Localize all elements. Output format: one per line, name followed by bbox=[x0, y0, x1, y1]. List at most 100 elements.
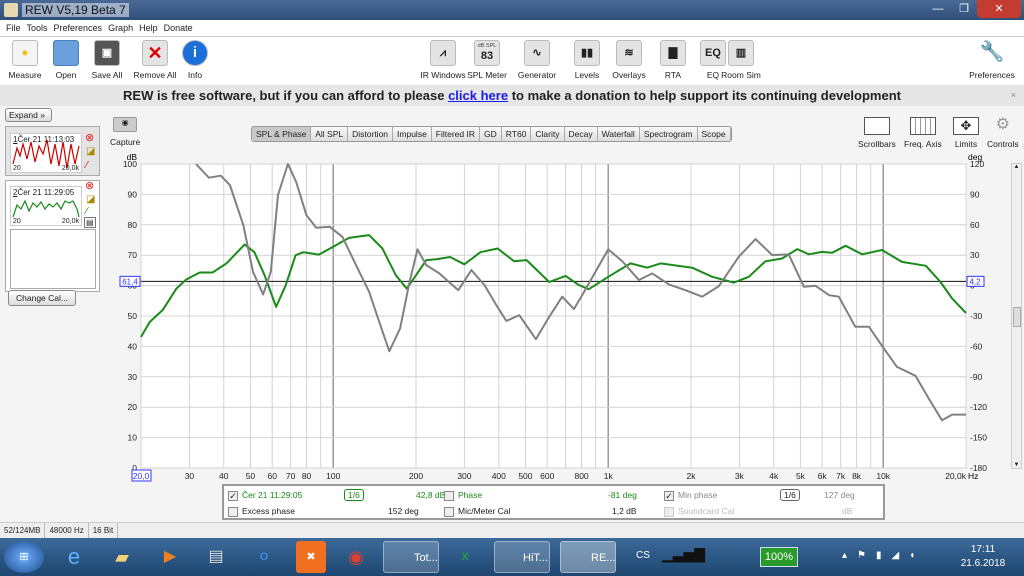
scrollbars-button[interactable]: Scrollbars bbox=[858, 117, 896, 149]
trace-legend: ✓ Čer 21 11:29:05 1/6 42,8 dB Phase -81 d… bbox=[222, 484, 885, 520]
info-button[interactable]: i Info bbox=[170, 40, 220, 80]
toolbar-spl-meter-button[interactable]: dB SPL 83 SPL Meter bbox=[462, 40, 512, 80]
toolbar-overlays-button[interactable]: ≋ Overlays bbox=[604, 40, 654, 80]
y-tick-label: 20 bbox=[128, 402, 138, 412]
camera-icon: ◉ bbox=[113, 117, 138, 132]
smoothing-selector[interactable]: 1/6 bbox=[344, 489, 364, 501]
excess-phase-toggle[interactable]: Excess phase bbox=[228, 506, 295, 517]
excel-icon[interactable]: X bbox=[447, 541, 483, 573]
taskbar-rew[interactable]: RE... bbox=[560, 541, 616, 573]
gear-icon: ⚙ bbox=[995, 116, 1010, 133]
double-chevron-icon: » bbox=[40, 110, 45, 120]
measure-icon: ● bbox=[12, 40, 38, 66]
toolbar-ir-windows-button[interactable]: ⩘ IR Windows bbox=[418, 40, 468, 80]
x-tick-label: 300 bbox=[457, 471, 471, 481]
start-button[interactable]: ⊞ bbox=[4, 541, 44, 573]
measurement-1-name: 1Čer 21 11:13:03 bbox=[13, 135, 75, 144]
mic-cal-toggle[interactable]: Mic/Meter Cal bbox=[444, 506, 510, 517]
y2-tick-label: 30 bbox=[970, 250, 980, 260]
expand-button[interactable]: Expand » bbox=[5, 108, 52, 122]
tab-clarity[interactable]: Clarity bbox=[531, 127, 565, 141]
menu-donate[interactable]: Donate bbox=[164, 20, 193, 37]
scroll-down-icon[interactable]: ▼ bbox=[1012, 462, 1021, 468]
phase-toggle[interactable]: Phase bbox=[444, 490, 482, 501]
folder-icon bbox=[53, 40, 79, 66]
title-bar: REW V5,19 Beta 7 — ❐ ✕ bbox=[0, 0, 1024, 20]
scroll-up-icon[interactable]: ▲ bbox=[1012, 164, 1021, 170]
menu-help[interactable]: Help bbox=[139, 20, 158, 37]
menu-graph[interactable]: Graph bbox=[108, 20, 133, 37]
y2-tick-label: -120 bbox=[970, 402, 987, 412]
minimize-button[interactable]: — bbox=[925, 0, 951, 18]
min-phase-toggle[interactable]: ✓ Min phase bbox=[664, 490, 717, 501]
x-tick-label: 8k bbox=[852, 471, 862, 481]
x-tick-label: 100 bbox=[326, 471, 340, 481]
tab-gd[interactable]: GD bbox=[480, 127, 502, 141]
tab-spl-phase[interactable]: SPL & Phase bbox=[252, 127, 312, 141]
y2-tick-label: -30 bbox=[970, 311, 983, 321]
tab-distortion[interactable]: Distortion bbox=[348, 127, 394, 141]
tab-scope[interactable]: Scope bbox=[697, 127, 731, 141]
language-indicator[interactable]: CS bbox=[636, 550, 650, 561]
scrollbars-icon bbox=[863, 117, 890, 135]
tab-waterfall[interactable]: Waterfall bbox=[597, 127, 640, 141]
tab-all-spl[interactable]: All SPL bbox=[311, 127, 349, 141]
tab-impulse[interactable]: Impulse bbox=[393, 127, 432, 141]
menu-preferences[interactable]: Preferences bbox=[54, 20, 103, 37]
bit-depth: 16 Bit bbox=[89, 523, 119, 539]
x-tick-label: 800 bbox=[574, 471, 588, 481]
x-tick-label: 70 bbox=[286, 471, 296, 481]
ie-icon[interactable]: e bbox=[56, 541, 92, 573]
close-banner-button[interactable]: × bbox=[1011, 85, 1016, 106]
scrollbar-thumb[interactable] bbox=[1013, 307, 1021, 327]
taskbar-total-commander[interactable]: Tot... bbox=[383, 541, 439, 573]
preferences-button[interactable]: 🔧 Preferences bbox=[966, 40, 1018, 80]
min-phase-smoothing-selector[interactable]: 1/6 bbox=[780, 489, 800, 501]
tray-icons[interactable]: ▴⚑▮◢◖ bbox=[842, 550, 925, 561]
x-tick-label: 200 bbox=[409, 471, 423, 481]
explorer-icon[interactable]: ▰ bbox=[104, 541, 140, 573]
y-tick-label: 50 bbox=[128, 311, 138, 321]
x-tick-label: 2k bbox=[687, 471, 697, 481]
measurement-toggle[interactable]: ✓ Čer 21 11:29:05 bbox=[228, 490, 302, 501]
spl-meter-icon: dB SPL 83 bbox=[474, 40, 500, 66]
tab-filtered-ir[interactable]: Filtered IR bbox=[431, 127, 481, 141]
maximize-button[interactable]: ❐ bbox=[952, 0, 976, 18]
limits-button[interactable]: ✥ Limits bbox=[953, 117, 979, 149]
tab-decay[interactable]: Decay bbox=[564, 127, 598, 141]
x-tick-label: 80 bbox=[302, 471, 312, 481]
cursor-spl-value: 61,4 bbox=[122, 277, 138, 286]
media-player-icon[interactable]: ▶ bbox=[152, 541, 188, 573]
x-tick-label: 500 bbox=[518, 471, 532, 481]
status-bar: 52/124MB 48000 Hz 16 Bit bbox=[0, 522, 1024, 539]
menu-tools[interactable]: Tools bbox=[27, 20, 48, 37]
remove-measurement-icon[interactable]: ⊗ bbox=[85, 131, 94, 144]
toolbar-generator-button[interactable]: ∿ Generator bbox=[512, 40, 562, 80]
controls-button[interactable]: ⚙ Controls bbox=[987, 116, 1019, 150]
tab-spectrogram[interactable]: Spectrogram bbox=[639, 127, 698, 141]
y2-tick-label: 90 bbox=[970, 189, 980, 199]
save-all-button[interactable]: ▣ Save All bbox=[82, 40, 132, 80]
x-tick-label: 20,0k bbox=[945, 471, 967, 481]
freq-axis-button[interactable]: Freq. Axis bbox=[904, 117, 942, 149]
photo-viewer-icon[interactable]: ▤ bbox=[198, 541, 234, 573]
outlook-icon[interactable]: O bbox=[246, 541, 282, 573]
limits-arrows-icon: ✥ bbox=[953, 117, 979, 135]
xampp-icon[interactable]: ✖ bbox=[296, 541, 326, 573]
chrome-icon[interactable]: ◉ bbox=[338, 541, 374, 573]
battery-indicator[interactable]: 100% bbox=[760, 547, 798, 567]
x-tick-label: 7k bbox=[836, 471, 846, 481]
clock[interactable]: 17:11 21.6.2018 bbox=[958, 544, 1008, 569]
vertical-scrollbar[interactable]: ▲ ▼ bbox=[1011, 163, 1022, 469]
taskbar-word[interactable]: HiT... bbox=[494, 541, 550, 573]
java-app-icon bbox=[4, 3, 18, 17]
y2-tick-label: 60 bbox=[970, 220, 980, 230]
x-tick-label: 400 bbox=[492, 471, 506, 481]
menu-file[interactable]: File bbox=[6, 20, 21, 37]
tab-rt60[interactable]: RT60 bbox=[501, 127, 532, 141]
close-button[interactable]: ✕ bbox=[977, 0, 1021, 18]
donate-link[interactable]: click here bbox=[448, 88, 508, 103]
capture-button[interactable]: ◉ Capture bbox=[110, 117, 140, 147]
toolbar-room-sim-button[interactable]: ▥ Room Sim bbox=[716, 40, 766, 80]
spl-phase-chart[interactable]: 0102030405060708090100-180-150-120-90-60… bbox=[0, 150, 1024, 485]
